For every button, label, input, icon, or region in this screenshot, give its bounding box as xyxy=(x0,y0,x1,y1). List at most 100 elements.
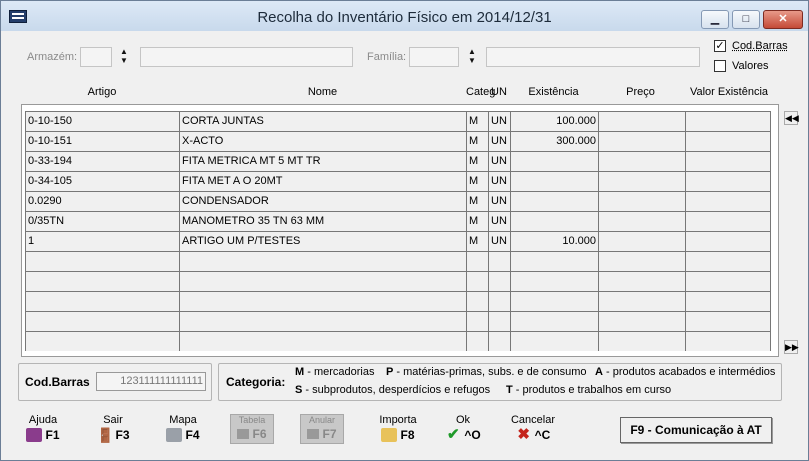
existencia-cell[interactable] xyxy=(510,191,598,211)
armazem-code-field[interactable] xyxy=(80,47,112,67)
artigo-cell[interactable]: 0/35TN xyxy=(25,211,179,231)
table-row[interactable] xyxy=(25,291,771,311)
table-row[interactable]: 0-33-194 FITA METRICA MT 5 MT TR M UN xyxy=(25,151,771,171)
artigo-cell[interactable]: 0-10-150 xyxy=(25,111,179,131)
categ-cell[interactable]: M xyxy=(466,191,488,211)
nome-cell[interactable] xyxy=(179,331,466,351)
nome-cell[interactable]: ARTIGO UM P/TESTES xyxy=(179,231,466,251)
categ-cell[interactable]: M xyxy=(466,151,488,171)
anular-button[interactable]: Anular F7 xyxy=(300,414,344,444)
existencia-cell[interactable] xyxy=(510,151,598,171)
preco-cell[interactable] xyxy=(598,251,685,271)
cod-barras-checkbox[interactable]: ✓ xyxy=(714,40,726,52)
table-row[interactable] xyxy=(25,271,771,291)
nome-cell[interactable]: FITA METRICA MT 5 MT TR xyxy=(179,151,466,171)
table-row[interactable]: 1 ARTIGO UM P/TESTES M UN 10.000 xyxy=(25,231,771,251)
nome-cell[interactable] xyxy=(179,311,466,331)
artigo-cell[interactable] xyxy=(25,311,179,331)
preco-cell[interactable] xyxy=(598,291,685,311)
existencia-cell[interactable] xyxy=(510,171,598,191)
existencia-cell[interactable]: 10.000 xyxy=(510,231,598,251)
armazem-name-field[interactable] xyxy=(140,47,353,67)
table-row[interactable]: 0-34-105 FITA MET A O 20MT M UN xyxy=(25,171,771,191)
existencia-cell[interactable]: 300.000 xyxy=(510,131,598,151)
valor-cell[interactable] xyxy=(685,171,771,191)
nome-cell[interactable]: CONDENSADOR xyxy=(179,191,466,211)
existencia-cell[interactable]: 100.000 xyxy=(510,111,598,131)
table-row[interactable]: 0/35TN MANOMETRO 35 TN 63 MM M UN xyxy=(25,211,771,231)
preco-cell[interactable] xyxy=(598,111,685,131)
scroll-left-button[interactable]: ◀◀ xyxy=(784,111,799,125)
maximize-button[interactable]: □ xyxy=(732,10,760,29)
un-cell[interactable]: UN xyxy=(488,191,510,211)
valor-cell[interactable] xyxy=(685,251,771,271)
existencia-cell[interactable] xyxy=(510,251,598,271)
nome-cell[interactable] xyxy=(179,251,466,271)
artigo-cell[interactable]: 0-10-151 xyxy=(25,131,179,151)
table-row[interactable] xyxy=(25,331,771,351)
existencia-cell[interactable] xyxy=(510,271,598,291)
preco-cell[interactable] xyxy=(598,231,685,251)
sair-button[interactable]: Sair 🚪 F3 xyxy=(83,414,143,442)
table-row[interactable]: 0-10-151 X-ACTO M UN 300.000 xyxy=(25,131,771,151)
table-row[interactable] xyxy=(25,311,771,331)
scroll-right-button[interactable]: ▶▶ xyxy=(784,340,799,354)
familia-spinner[interactable]: ▲ ▼ xyxy=(467,47,477,65)
table-row[interactable]: 0.0290 CONDENSADOR M UN xyxy=(25,191,771,211)
minimize-button[interactable]: ▁ xyxy=(701,10,729,29)
artigo-cell[interactable] xyxy=(25,251,179,271)
valor-cell[interactable] xyxy=(685,331,771,351)
armazem-spinner[interactable]: ▲ ▼ xyxy=(119,47,129,65)
existencia-cell[interactable] xyxy=(510,311,598,331)
nome-cell[interactable] xyxy=(179,271,466,291)
comunicacao-at-button[interactable]: F9 - Comunicação à AT xyxy=(620,417,772,443)
categ-cell[interactable]: M xyxy=(466,211,488,231)
artigo-cell[interactable] xyxy=(25,271,179,291)
nome-cell[interactable]: X-ACTO xyxy=(179,131,466,151)
artigo-cell[interactable]: 0-34-105 xyxy=(25,171,179,191)
un-cell[interactable]: UN xyxy=(488,211,510,231)
importa-button[interactable]: Importa F8 xyxy=(368,414,428,442)
un-cell[interactable] xyxy=(488,291,510,311)
nome-cell[interactable]: MANOMETRO 35 TN 63 MM xyxy=(179,211,466,231)
table-row[interactable]: 0-10-150 CORTA JUNTAS M UN 100.000 xyxy=(25,111,771,131)
preco-cell[interactable] xyxy=(598,271,685,291)
valor-cell[interactable] xyxy=(685,271,771,291)
valor-cell[interactable] xyxy=(685,311,771,331)
un-cell[interactable]: UN xyxy=(488,151,510,171)
un-cell[interactable] xyxy=(488,251,510,271)
valores-checkbox[interactable] xyxy=(714,60,726,72)
artigo-cell[interactable]: 0-33-194 xyxy=(25,151,179,171)
artigo-cell[interactable] xyxy=(25,291,179,311)
categ-cell[interactable] xyxy=(466,251,488,271)
familia-name-field[interactable] xyxy=(486,47,700,67)
preco-cell[interactable] xyxy=(598,131,685,151)
categ-cell[interactable] xyxy=(466,271,488,291)
preco-cell[interactable] xyxy=(598,151,685,171)
table-row[interactable] xyxy=(25,251,771,271)
artigo-cell[interactable]: 1 xyxy=(25,231,179,251)
close-button[interactable]: ✕ xyxy=(763,10,803,29)
un-cell[interactable]: UN xyxy=(488,231,510,251)
mapa-button[interactable]: Mapa F4 xyxy=(153,414,213,442)
valor-cell[interactable] xyxy=(685,111,771,131)
valor-cell[interactable] xyxy=(685,231,771,251)
un-cell[interactable]: UN xyxy=(488,131,510,151)
tabela-button[interactable]: Tabela F6 xyxy=(230,414,274,444)
un-cell[interactable]: UN xyxy=(488,111,510,131)
ajuda-button[interactable]: Ajuda F1 xyxy=(13,414,73,442)
barcode-input[interactable]: 123111111111111 xyxy=(96,372,206,391)
cancelar-button[interactable]: Cancelar ✖ ^C xyxy=(503,414,563,442)
preco-cell[interactable] xyxy=(598,211,685,231)
valor-cell[interactable] xyxy=(685,131,771,151)
categ-cell[interactable] xyxy=(466,331,488,351)
un-cell[interactable] xyxy=(488,311,510,331)
categ-cell[interactable] xyxy=(466,291,488,311)
categ-cell[interactable] xyxy=(466,311,488,331)
preco-cell[interactable] xyxy=(598,331,685,351)
valor-cell[interactable] xyxy=(685,211,771,231)
nome-cell[interactable]: FITA MET A O 20MT xyxy=(179,171,466,191)
existencia-cell[interactable] xyxy=(510,211,598,231)
un-cell[interactable] xyxy=(488,331,510,351)
artigo-cell[interactable]: 0.0290 xyxy=(25,191,179,211)
